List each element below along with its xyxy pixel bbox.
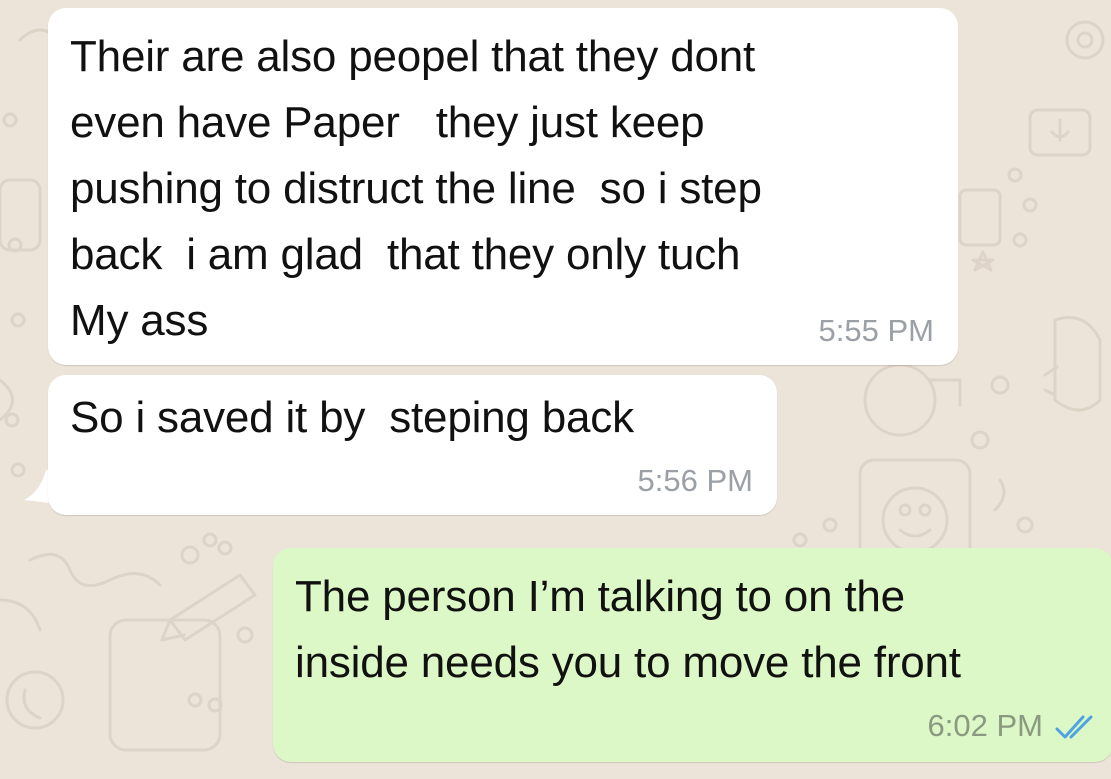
message-line: inside needs you to move the front [295, 638, 961, 687]
outgoing-message-bubble[interactable]: The person I’m talking to on the inside … [273, 548, 1111, 762]
message-line: pushing to distruct the line so i step [70, 164, 762, 213]
message-line: Their are also peopel that they dont [70, 32, 756, 81]
incoming-message-bubble[interactable]: So i saved it by steping back 5:56 PM [48, 375, 777, 515]
message-line: even have Paper they just keep [70, 98, 705, 147]
message-line: My ass [70, 296, 209, 345]
incoming-message-bubble[interactable]: Their are also peopel that they dont eve… [48, 8, 958, 365]
message-line: back i am glad that they only tuch [70, 230, 741, 279]
message-line: So i saved it by steping back [70, 393, 634, 442]
double-check-read-icon [1055, 715, 1093, 739]
message-timestamp: 5:55 PM [818, 313, 934, 348]
message-timestamp: 6:02 PM [927, 708, 1043, 743]
message-text: So i saved it by steping back [70, 385, 634, 451]
message-line: The person I’m talking to on the [295, 572, 905, 621]
message-text: The person I’m talking to on the inside … [295, 564, 961, 696]
message-timestamp: 5:56 PM [637, 463, 753, 498]
message-text: Their are also peopel that they dont eve… [70, 24, 762, 354]
